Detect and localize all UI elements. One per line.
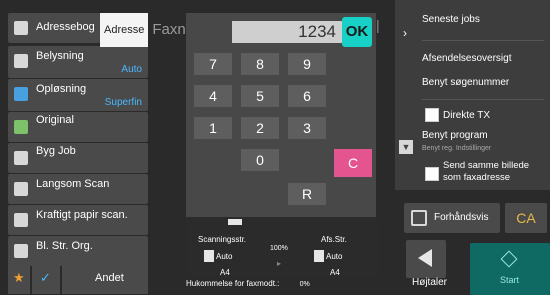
preview-icon: [411, 210, 427, 226]
send-size-label: Afs.Str.: [321, 235, 347, 244]
slow-scan-icon: [14, 182, 28, 196]
key-9[interactable]: 9: [288, 53, 326, 75]
original-label: Original: [36, 114, 74, 126]
send-size-value: Auto: [326, 252, 343, 261]
arrow-right-icon: ▸: [277, 259, 282, 268]
thick-paper-button[interactable]: Kraftigt papir scan.: [8, 205, 148, 235]
speaker-button[interactable]: [406, 240, 446, 278]
mixed-size-icon: [14, 244, 28, 258]
job-build-icon: [14, 151, 28, 165]
divider: [422, 40, 544, 41]
exposure-label: Belysning: [36, 50, 84, 62]
clear-button[interactable]: C: [334, 149, 372, 177]
scan-size-value: Auto: [216, 252, 233, 261]
exposure-icon: [14, 54, 28, 68]
other-label: Andet: [95, 272, 124, 284]
address-book-icon: [14, 21, 28, 35]
tab-address[interactable]: Adresse: [100, 13, 149, 47]
key-4[interactable]: 4: [194, 85, 232, 107]
ratio-value: 100%: [270, 245, 288, 252]
scan-size-label: Scanningsstr.: [198, 235, 247, 244]
exposure-value: Auto: [121, 64, 142, 75]
slow-scan-button[interactable]: Langsom Scan: [8, 174, 148, 204]
key-1[interactable]: 1: [194, 117, 232, 139]
tab-fax[interactable]: Faxn: [148, 13, 189, 47]
favorite-button[interactable]: ★: [8, 264, 30, 294]
scan-size-paper: A4: [220, 268, 230, 277]
resolution-label: Opløsning: [36, 83, 87, 95]
thick-paper-label: Kraftigt papir scan.: [36, 209, 128, 221]
original-button[interactable]: Original: [8, 112, 148, 142]
ok-button[interactable]: OK: [342, 17, 372, 47]
preview-button[interactable]: Forhåndsvis: [404, 203, 500, 233]
key-5[interactable]: 5: [241, 85, 279, 107]
star-icon: ★: [13, 270, 25, 285]
fax-memory-label: Hukommelse for faxmodt.:: [186, 279, 280, 288]
action-panel: › Seneste jobs Afsendelsesoversigt Benyt…: [395, 0, 550, 190]
numeric-keypad: 1234 OK 7 8 9 4 5 6 1 2 3 0 C R: [186, 13, 376, 217]
key-3[interactable]: 3: [288, 117, 326, 139]
send-report-link[interactable]: Afsendelsesoversigt: [422, 53, 512, 64]
address-book-button[interactable]: Adressebog: [8, 13, 100, 43]
number-display[interactable]: 1234: [232, 21, 342, 43]
address-book-label: Adressebog: [36, 21, 95, 33]
key-0[interactable]: 0: [241, 149, 279, 171]
other-button[interactable]: Andet: [62, 264, 148, 294]
chevron-down-icon[interactable]: ▼: [399, 140, 413, 154]
key-2[interactable]: 2: [241, 117, 279, 139]
resolution-value: Superfin: [104, 97, 142, 108]
speaker-label: Højtaler: [412, 277, 448, 288]
key-6[interactable]: 6: [288, 85, 326, 107]
use-search-number-link[interactable]: Benyt søgenummer: [422, 77, 509, 88]
resolution-button[interactable]: Opløsning Superfin: [8, 79, 148, 111]
speaker-icon: [418, 249, 432, 267]
direct-tx-label: Direkte TX: [443, 110, 491, 121]
send-size-paper: A4: [330, 268, 340, 277]
fax-memory-value: 0%: [299, 281, 310, 288]
original-scan-icon: [228, 219, 242, 225]
thick-paper-icon: [14, 213, 28, 227]
divider: [422, 99, 544, 100]
scan-paper-icon: [204, 250, 214, 262]
destination-tabs: Adresse Faxn: [100, 13, 190, 47]
job-build-label: Byg Job: [36, 145, 76, 157]
mixed-size-button[interactable]: Bl. Str. Org.: [8, 236, 148, 266]
recent-jobs-link[interactable]: Seneste jobs: [422, 14, 480, 25]
start-label: Start: [500, 275, 520, 285]
key-7[interactable]: 7: [194, 53, 232, 75]
start-button[interactable]: Start: [470, 243, 550, 295]
scan-settings-summary[interactable]: Scanningsstr. Auto A4 100% ▸ Afs.Str. Au…: [186, 217, 378, 277]
key-8[interactable]: 8: [241, 53, 279, 75]
mixed-size-label: Bl. Str. Org.: [36, 240, 93, 252]
send-same-image-label: Send samme billede som faxadresse: [443, 160, 530, 183]
preview-label: Forhåndsvis: [434, 212, 489, 223]
check-icon: ✓: [40, 270, 51, 285]
job-build-button[interactable]: Byg Job: [8, 143, 148, 173]
fax-memory-status: Hukommelse for faxmodt.: 0%: [186, 279, 310, 288]
slow-scan-label: Langsom Scan: [36, 178, 110, 190]
start-icon: [500, 250, 518, 268]
send-same-image-checkbox[interactable]: [425, 167, 439, 181]
use-program-sub: Benyt reg. Indstillinger: [422, 145, 492, 152]
ticker-scroll-icon: |: [376, 17, 380, 33]
exposure-button[interactable]: Belysning Auto: [8, 46, 148, 78]
direct-tx-checkbox[interactable]: [425, 108, 439, 122]
chevron-right-icon[interactable]: ›: [403, 26, 407, 40]
send-paper-icon: [314, 250, 324, 262]
use-program-link[interactable]: Benyt program: [422, 130, 488, 141]
clear-all-button[interactable]: CA: [505, 203, 547, 233]
original-icon: [14, 120, 28, 134]
redial-button[interactable]: R: [288, 183, 326, 205]
resolution-icon: [14, 87, 28, 101]
confirm-button[interactable]: ✓: [32, 264, 60, 294]
